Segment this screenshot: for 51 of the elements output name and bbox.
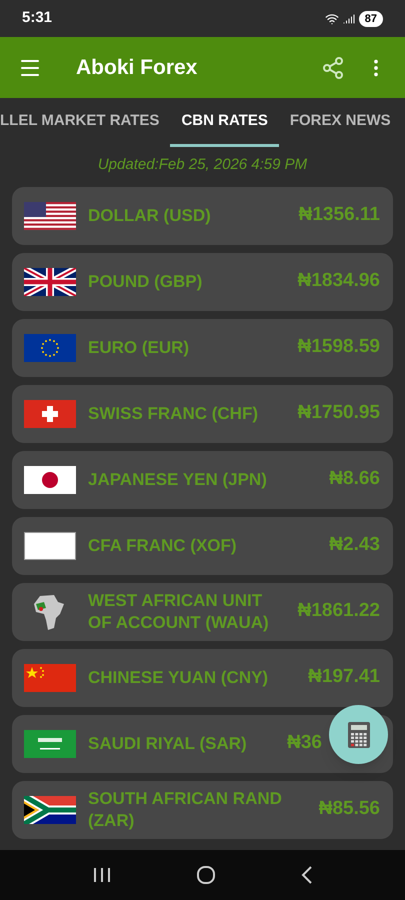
flag-icon: [24, 400, 76, 428]
currency-name: POUND (GBP): [88, 270, 204, 292]
rate-value: ₦1861.22: [298, 599, 380, 624]
currency-name: SWISS FRANC (CHF): [88, 402, 259, 424]
flag-icon: [24, 796, 76, 824]
rate-value: ₦1356.11: [298, 203, 380, 228]
tab[interactable]: CBN RATES: [170, 98, 279, 147]
rate-value: ₦1834.96: [298, 269, 380, 294]
app-title: Aboki Forex: [76, 54, 198, 81]
currency-name: JAPANESE YEN (JPN): [88, 468, 268, 490]
rate-card[interactable]: SOUTH AFRICAN RAND (ZAR) ₦85.56: [12, 780, 393, 838]
tab[interactable]: FOREX NEWS: [278, 98, 402, 147]
rate-card[interactable]: JAPANESE YEN (JPN) ₦8.66: [12, 450, 393, 508]
battery-level: 87: [358, 10, 383, 26]
home-icon[interactable]: [196, 865, 216, 885]
rate-card[interactable]: WEST AFRICAN UNIT OF ACCOUNT (WAUA) ₦1861.22: [12, 582, 393, 640]
rate-value: ₦197.41: [308, 665, 380, 690]
rate-value: ₦8.66: [329, 467, 380, 492]
tab[interactable]: LLEL MARKET RATES: [0, 98, 170, 147]
rate-card[interactable]: POUND (GBP) ₦1834.96: [12, 252, 393, 310]
flag-icon: [24, 532, 76, 560]
rate-value: ₦1750.95: [298, 401, 380, 426]
currency-name: CHINESE YUAN (CNY): [88, 666, 270, 688]
currency-name: EURO (EUR): [88, 336, 190, 358]
flag-icon: [24, 334, 76, 362]
rate-card[interactable]: DOLLAR (USD) ₦1356.11: [12, 186, 393, 244]
flag-icon: [24, 202, 76, 230]
wifi-icon: [324, 12, 339, 26]
flag-icon: [24, 664, 76, 692]
currency-name: CFA FRANC (XOF): [88, 534, 238, 556]
status-time: 5:31: [22, 8, 52, 28]
currency-name: SOUTH AFRICAN RAND (ZAR): [88, 788, 283, 832]
calculator-icon: [348, 722, 370, 748]
recent-apps-icon[interactable]: [92, 867, 110, 883]
rate-card[interactable]: EURO (EUR) ₦1598.59: [12, 318, 393, 376]
rate-value: ₦85.56: [318, 797, 380, 822]
rate-value: ₦1598.59: [298, 335, 380, 360]
flag-icon: [24, 268, 76, 296]
updated-time: Updated:Feb 25, 2026 4:59 PM: [96, 155, 308, 175]
rate-value: ₦36: [287, 731, 322, 756]
back-icon[interactable]: [300, 866, 312, 884]
rate-card[interactable]: CHINESE YUAN (CNY) ₦197.41: [12, 648, 393, 706]
share-icon[interactable]: [321, 56, 345, 80]
currency-name: WEST AFRICAN UNIT OF ACCOUNT (WAUA): [88, 590, 270, 634]
flag-icon: [24, 466, 76, 494]
currency-name: SAUDI RIYAL (SAR): [88, 732, 248, 754]
flag-icon: [24, 730, 76, 758]
rate-card[interactable]: CFA FRANC (XOF) ₦2.43: [12, 516, 393, 574]
rate-card[interactable]: SWISS FRANC (CHF) ₦1750.95: [12, 384, 393, 442]
rate-value: ₦2.43: [329, 533, 380, 558]
currency-name: DOLLAR (USD): [88, 204, 212, 226]
